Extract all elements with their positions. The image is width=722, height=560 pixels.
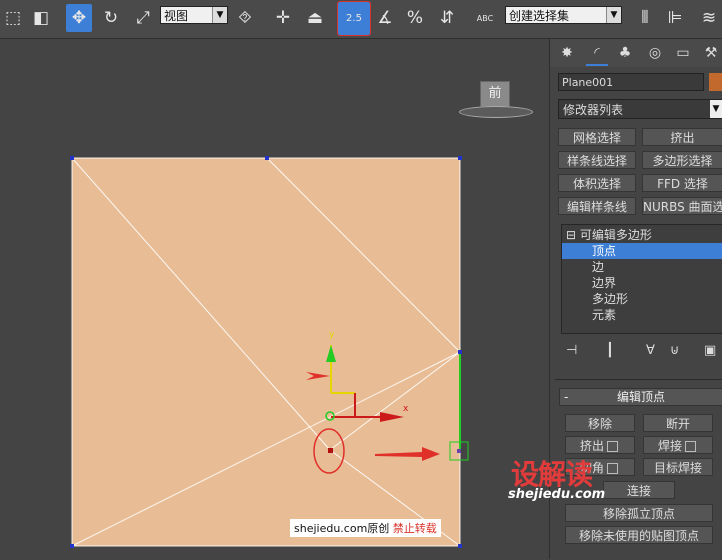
make-unique-icon[interactable]: ∀ (646, 343, 655, 358)
display-tab-icon[interactable]: ▭ (672, 42, 694, 64)
hierarchy-tab-icon[interactable]: ♣ (614, 42, 636, 64)
mesh-edge (71, 351, 461, 547)
mesh-select-button[interactable]: 网格选择 (558, 128, 636, 146)
spline-select-button[interactable]: 样条线选择 (558, 151, 636, 169)
nurbs-surface-select-button[interactable]: NURBS 曲面选择 (642, 197, 722, 215)
motion-tab-icon[interactable]: ◎ (644, 42, 666, 64)
mesh-edge (71, 157, 331, 451)
modifier-list-dropdown[interactable]: 修改器列表 ▼ (558, 99, 722, 119)
target-vertex[interactable] (457, 449, 461, 453)
ffd-select-button[interactable]: FFD 选择 (642, 174, 722, 192)
pin-stack-icon[interactable]: ⊣ (566, 343, 577, 358)
stack-item-polygon[interactable]: 多边形 (592, 291, 628, 307)
collapse-symbol: - (564, 390, 569, 404)
gizmo-y-arrow[interactable] (326, 345, 336, 362)
utilities-tab-icon[interactable]: ⚒ (700, 42, 722, 64)
object-name-value: Plane001 (562, 76, 614, 89)
vertex[interactable] (265, 156, 269, 160)
gizmo-y-label: y (329, 330, 335, 340)
gizmo-x-arrow[interactable] (380, 412, 404, 422)
target-weld-button[interactable]: 目标焊接 (643, 458, 713, 476)
mesh-edges (71, 157, 461, 547)
extrude-modifier-button[interactable]: 挤出 (642, 128, 722, 146)
annotation-arrow-large (375, 447, 440, 461)
edit-vertices-rollout-header[interactable]: - 编辑顶点 (559, 388, 722, 406)
extrude-button[interactable]: 挤出 (565, 436, 635, 454)
credit-label: shejiedu.com原创 禁止转载 (290, 519, 441, 537)
modifier-stack[interactable]: ⊟ 可编辑多边形 顶点 边 边界 多边形 元素 (561, 224, 722, 334)
stack-item-edge[interactable]: 边 (592, 259, 604, 275)
break-button[interactable]: 断开 (643, 414, 713, 432)
remove-unused-map-verts-button[interactable]: 移除未使用的贴图顶点 (565, 526, 713, 544)
weld-settings-icon[interactable] (685, 441, 697, 452)
stack-root-editable-poly[interactable]: ⊟ 可编辑多边形 (566, 227, 652, 243)
vertex[interactable] (458, 350, 462, 354)
connect-button[interactable]: 连接 (603, 481, 675, 499)
extrude-label: 挤出 (580, 439, 605, 453)
stack-item-border[interactable]: 边界 (592, 275, 616, 291)
modify-tab-icon[interactable]: ◜ (586, 42, 608, 66)
stack-controls: ⊣ ┃ ∀ ⊍ ▣ (558, 341, 722, 363)
create-tab-icon[interactable]: ✸ (556, 42, 578, 64)
volume-select-button[interactable]: 体积选择 (558, 174, 636, 192)
gizmo-x-label: x (403, 404, 409, 414)
vertices (70, 156, 462, 548)
move-gizmo[interactable]: y x (325, 330, 409, 422)
chamfer-settings-icon[interactable] (607, 463, 619, 474)
annotation-arrow (306, 372, 330, 380)
selected-vertex[interactable] (328, 448, 333, 453)
vertex[interactable] (458, 544, 462, 548)
vertex[interactable] (70, 156, 74, 160)
object-name-field[interactable]: Plane001 (558, 73, 704, 91)
extrude-settings-icon[interactable] (607, 441, 619, 452)
poly-select-button[interactable]: 多边形选择 (642, 151, 722, 169)
modifier-list-value: 修改器列表 (563, 103, 624, 117)
rollout-title: 编辑顶点 (616, 390, 665, 404)
command-panel-tabs: ✸ ◜ ♣ ◎ ▭ ⚒ (550, 39, 722, 67)
vertex[interactable] (70, 544, 74, 548)
remove-modifier-icon[interactable]: ⊍ (670, 343, 680, 358)
credit-prefix: shejiedu.com原创 (294, 522, 390, 535)
chevron-down-icon: ▼ (710, 100, 722, 118)
edit-spline-button[interactable]: 编辑样条线 (558, 197, 636, 215)
stack-root-label: 可编辑多边形 (579, 228, 652, 242)
credit-warning: 禁止转载 (392, 522, 437, 535)
stack-item-vertex[interactable]: 顶点 (562, 243, 722, 259)
remove-isolated-vertices-button[interactable]: 移除孤立顶点 (565, 504, 713, 522)
show-end-result-icon[interactable]: ┃ (606, 343, 614, 358)
watermark-url: shejiedu.com (508, 487, 606, 502)
mesh-edge (329, 351, 461, 451)
stack-item-element[interactable]: 元素 (592, 307, 616, 323)
remove-button[interactable]: 移除 (565, 414, 635, 432)
object-color-swatch[interactable] (709, 73, 722, 91)
weld-label: 焊接 (658, 439, 683, 453)
mesh-edge (266, 157, 461, 353)
configure-modifier-sets-icon[interactable]: ▣ (704, 343, 716, 358)
weld-button[interactable]: 焊接 (643, 436, 713, 454)
vertex[interactable] (458, 156, 462, 160)
